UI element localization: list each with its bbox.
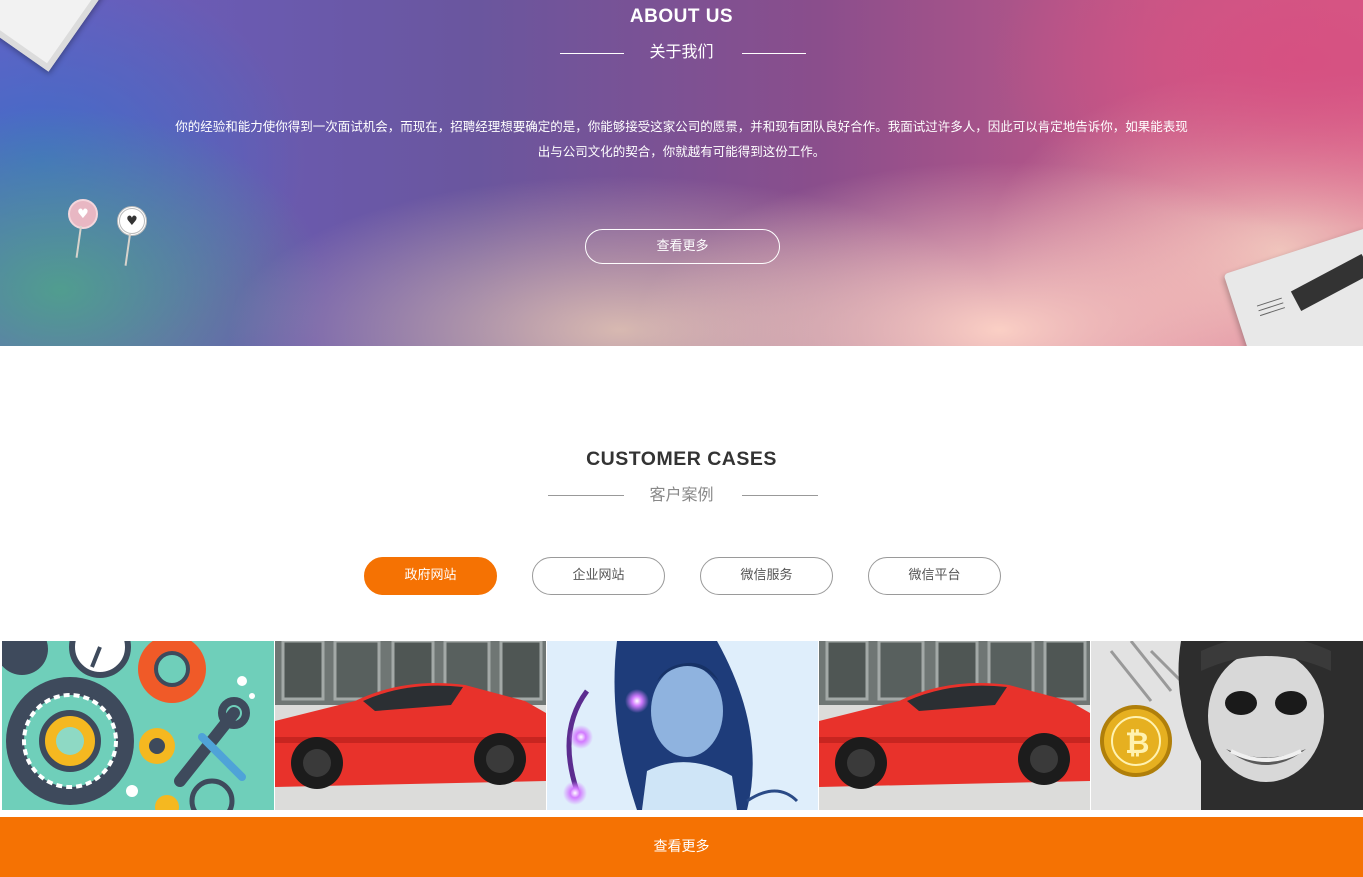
about-description: 你的经验和能力使你得到一次面试机会，而现在，招聘经理想要确定的是，你能够接受这家… (175, 119, 1188, 159)
case-thumbnail-joker[interactable]: ₿ (1091, 641, 1363, 810)
about-section: ♥ ♥ ABOUT US 关于我们 你的经验和能力使你得到一次面试机会，而现在，… (0, 0, 1363, 346)
red-car-image (819, 641, 1090, 810)
tab-wechat-service[interactable]: 微信服务 (700, 557, 833, 595)
about-more-button[interactable]: 查看更多 (585, 229, 780, 264)
heart-icon: ♥ (117, 206, 147, 236)
case-thumbnail-gears[interactable] (2, 641, 274, 810)
about-subtitle: 关于我们 (649, 42, 714, 61)
tab-wechat-platform[interactable]: 微信平台 (868, 557, 1001, 595)
case-gallery: ₿ (0, 641, 1363, 810)
red-car-image (275, 641, 546, 810)
case-thumbnail-woman[interactable] (547, 641, 818, 810)
title-divider-right (742, 53, 806, 54)
about-title: ABOUT US (629, 6, 734, 27)
notebook-decoration (1223, 228, 1363, 346)
tab-enterprise-website[interactable]: 企业网站 (532, 557, 665, 595)
cases-subtitle: 客户案例 (649, 485, 714, 504)
woman-image (547, 641, 818, 810)
svg-text:₿: ₿ (1125, 726, 1149, 761)
case-thumbnail-car[interactable] (819, 641, 1090, 810)
cases-title: CUSTOMER CASES (586, 448, 777, 470)
heart-icon: ♥ (68, 199, 98, 229)
tab-government-website[interactable]: 政府网站 (364, 557, 497, 595)
gears-image (2, 641, 274, 810)
cases-divider-right (742, 495, 818, 496)
joker-image: ₿ (1091, 641, 1363, 810)
case-thumbnail-car[interactable] (275, 641, 546, 810)
bottom-more-button[interactable]: 查看更多 (0, 817, 1363, 877)
